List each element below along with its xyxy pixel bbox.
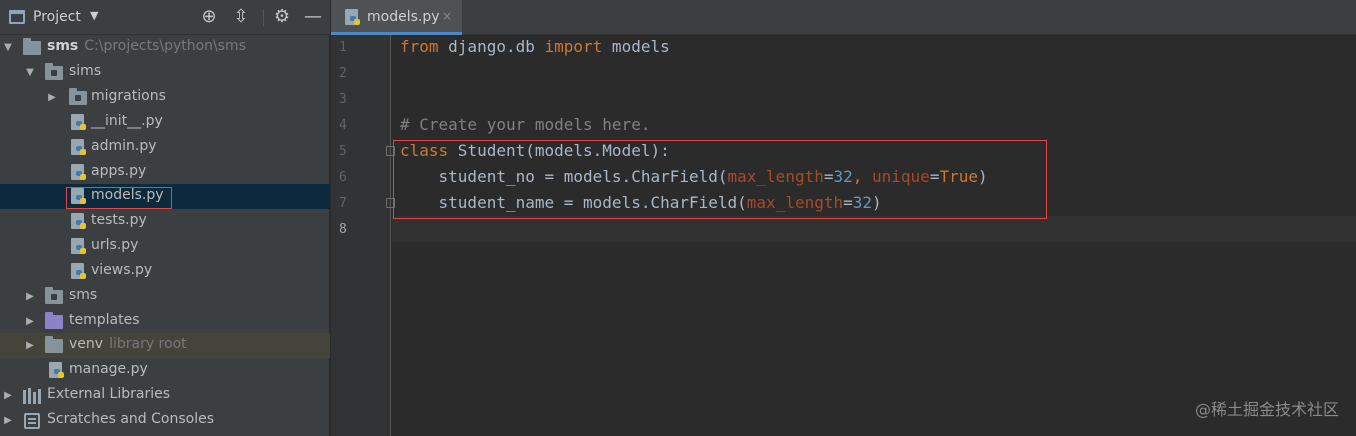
code-line-1[interactable]: from django.db import models (400, 34, 670, 60)
tree-item-label: sms (47, 38, 79, 54)
chevron-down-icon[interactable]: ▼ (2, 35, 14, 60)
tree-item-label: sims (69, 63, 102, 79)
tree-item-label: External Libraries (47, 386, 170, 402)
python-file-icon (70, 238, 88, 255)
python-file-icon (70, 164, 88, 181)
editor-tab-bar: models.py × (331, 0, 1356, 35)
chevron-down-icon[interactable]: ▼ (24, 60, 36, 85)
python-file-icon (70, 114, 88, 131)
tree-item-sims[interactable]: ▼ sims (0, 60, 330, 85)
package-folder-icon (69, 88, 87, 106)
code-editor: models.py × 1 2 3 4 5 6 7 8 from django.… (331, 0, 1356, 436)
close-icon[interactable]: × (442, 9, 452, 23)
line-number: 3 (339, 92, 347, 107)
tree-item-label: tests.py (91, 212, 147, 228)
line-number: 8 (339, 222, 347, 237)
tree-item-manage-py[interactable]: manage.py (0, 358, 330, 383)
python-file-icon (70, 213, 88, 230)
code-token: django.db (438, 37, 545, 56)
line-number: 4 (339, 118, 347, 133)
python-file-icon (344, 9, 362, 26)
tree-item-label: Scratches and Consoles (47, 411, 214, 427)
tree-item-init-py[interactable]: __init__.py (0, 110, 330, 135)
tab-models-py[interactable]: models.py × (331, 0, 462, 35)
project-panel-header: Project ▼ ⊕ ⇳ ⚙ — (0, 0, 330, 35)
tree-item-label: manage.py (69, 361, 148, 377)
line-number-gutter: 1 2 3 4 5 6 7 8 (331, 35, 395, 436)
dropdown-arrow-icon[interactable]: ▼ (90, 9, 98, 22)
tree-item-migrations[interactable]: ▶ migrations (0, 85, 330, 110)
python-file-icon (70, 139, 88, 156)
chevron-right-icon[interactable]: ▶ (2, 408, 14, 433)
locate-icon[interactable]: ⊕ (198, 6, 220, 28)
line-number: 2 (339, 66, 347, 81)
tree-item-external-libraries[interactable]: ▶ External Libraries (0, 383, 330, 408)
code-line-4[interactable]: # Create your models here. (400, 112, 650, 138)
tree-item-venv[interactable]: ▶ venv library root (0, 333, 330, 358)
tree-item-sublabel: library root (109, 336, 187, 352)
tree-item-apps-py[interactable]: apps.py (0, 160, 330, 185)
package-folder-icon (45, 63, 63, 81)
tree-item-sms[interactable]: ▶ sms (0, 284, 330, 309)
header-divider (263, 9, 264, 26)
current-line-highlight (392, 216, 1356, 242)
tree-item-views-py[interactable]: views.py (0, 259, 330, 284)
collapse-all-icon[interactable]: ⇳ (230, 6, 252, 28)
line-number: 6 (339, 170, 347, 185)
tree-item-sms-root[interactable]: ▼ sms C:\projects\python\sms (0, 35, 330, 60)
python-file-icon (48, 362, 66, 379)
minimize-icon[interactable]: — (302, 6, 324, 28)
python-file-icon (70, 263, 88, 280)
chevron-right-icon[interactable]: ▶ (2, 383, 14, 408)
tree-item-admin-py[interactable]: admin.py (0, 135, 330, 160)
project-panel: Project ▼ ⊕ ⇳ ⚙ — ▼ sms C:\projects\pytho… (0, 0, 330, 436)
tree-item-label: apps.py (91, 163, 147, 179)
chevron-right-icon[interactable]: ▶ (24, 284, 36, 309)
watermark: @稀土掘金技术社区 (1194, 400, 1339, 419)
code-comment: # Create your models here. (400, 115, 651, 134)
library-icon (23, 387, 41, 404)
tree-item-label: views.py (91, 262, 153, 278)
folder-icon (45, 336, 63, 354)
tree-item-label: venv (69, 336, 104, 352)
code-token: import (544, 37, 603, 56)
project-panel-icon (9, 10, 25, 24)
tab-label: models.py (367, 9, 440, 25)
code-token: from (400, 37, 439, 56)
tree-item-label: migrations (91, 88, 166, 104)
tree-item-urls-py[interactable]: urls.py (0, 234, 330, 259)
code-token: models (602, 37, 670, 56)
scratches-icon (24, 412, 42, 429)
tree-item-scratches[interactable]: ▶ Scratches and Consoles (0, 408, 330, 433)
tree-item-label: sms (69, 287, 98, 303)
gear-icon[interactable]: ⚙ (271, 6, 293, 28)
tree-item-path: C:\projects\python\sms (84, 38, 246, 54)
tree-item-tests-py[interactable]: tests.py (0, 209, 330, 234)
annotation-highlight-box (393, 140, 1047, 219)
package-folder-icon (45, 287, 63, 305)
tree-item-label: admin.py (91, 138, 157, 154)
tree-item-templates[interactable]: ▶ templates (0, 309, 330, 334)
line-number: 5 (339, 144, 347, 159)
folder-icon (23, 38, 41, 56)
tree-item-label: urls.py (91, 237, 139, 253)
project-panel-title[interactable]: Project (33, 9, 81, 25)
line-number: 1 (339, 40, 347, 55)
templates-folder-icon (45, 312, 63, 330)
annotation-highlight-box (66, 187, 172, 209)
chevron-right-icon[interactable]: ▶ (24, 333, 36, 358)
tree-item-label: templates (69, 312, 140, 328)
line-number: 7 (339, 196, 347, 211)
chevron-right-icon[interactable]: ▶ (24, 309, 36, 334)
chevron-right-icon[interactable]: ▶ (46, 85, 58, 110)
tree-item-label: __init__.py (91, 113, 163, 129)
